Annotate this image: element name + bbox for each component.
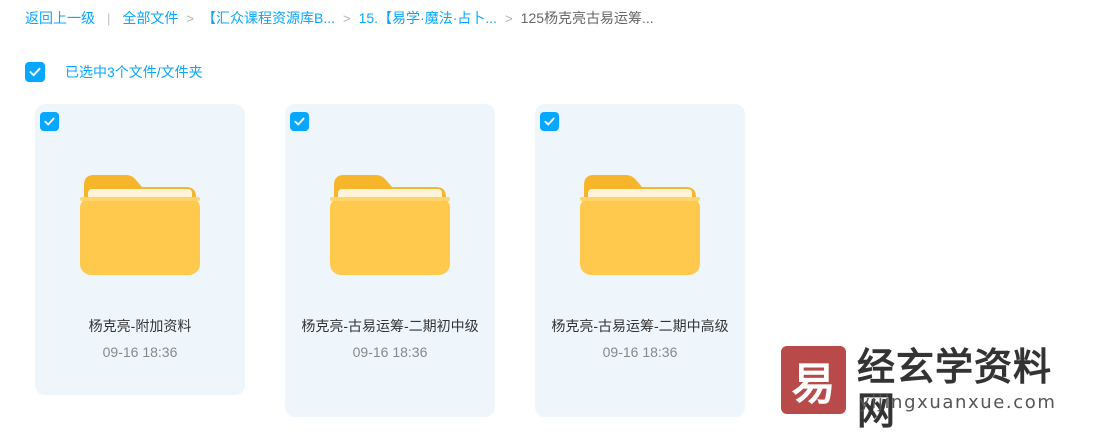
watermark: 易 经玄学资料网 yijingxuanxue.com <box>781 344 1081 433</box>
breadcrumb-item-yixue-folder[interactable]: 15.【易学·魔法·占卜... <box>359 8 497 28</box>
file-date: 09-16 18:36 <box>102 344 178 360</box>
folder-icon <box>580 175 700 275</box>
file-checkbox[interactable] <box>40 112 59 131</box>
breadcrumb: 返回上一级 | 全部文件 > 【汇众课程资源库B... > 15.【易学·魔法·… <box>25 9 654 27</box>
file-checkbox[interactable] <box>540 112 559 131</box>
check-icon <box>29 67 41 77</box>
watermark-logo-char: 易 <box>791 359 836 410</box>
breadcrumb-item-all-files[interactable]: 全部文件 <box>122 8 178 28</box>
file-name-block: 杨克亮-古易运筹-二期初中级 09-16 18:36 <box>295 315 485 363</box>
file-card[interactable]: 杨克亮-古易运筹-二期中高级 09-16 18:36 <box>535 104 745 417</box>
back-link[interactable]: 返回上一级 <box>25 8 95 28</box>
file-name[interactable]: 杨克亮-古易运筹-二期初中级 <box>295 315 485 337</box>
file-checkbox[interactable] <box>290 112 309 131</box>
check-icon <box>544 117 555 126</box>
breadcrumb-item-current: 125杨克亮古易运筹... <box>520 10 654 26</box>
file-card[interactable]: 杨克亮-古易运筹-二期初中级 09-16 18:36 <box>285 104 495 417</box>
file-card[interactable]: 杨克亮-附加资料 09-16 18:36 <box>35 104 245 395</box>
chevron-right-icon: > <box>505 10 513 26</box>
select-all-checkbox[interactable] <box>25 62 45 82</box>
file-date: 09-16 18:36 <box>352 344 428 360</box>
check-icon <box>294 117 305 126</box>
watermark-logo: 易 <box>781 346 846 414</box>
file-name-block: 杨克亮-古易运筹-二期中高级 09-16 18:36 <box>545 315 735 363</box>
check-icon <box>44 117 55 126</box>
folder-icon <box>80 175 200 275</box>
folder-icon <box>330 175 450 275</box>
file-name-block: 杨克亮-附加资料 09-16 18:36 <box>45 315 235 363</box>
file-name[interactable]: 杨克亮-附加资料 <box>45 315 235 337</box>
selection-bar: 已选中3个文件/文件夹 <box>25 62 203 82</box>
watermark-url: yijingxuanxue.com <box>859 392 1057 413</box>
breadcrumb-item-resource-library[interactable]: 【汇众课程资源库B... <box>202 8 335 28</box>
watermark-title: 经玄学资料网 <box>857 347 1053 433</box>
file-name[interactable]: 杨克亮-古易运筹-二期中高级 <box>545 315 735 337</box>
breadcrumb-divider: | <box>107 10 111 26</box>
chevron-right-icon: > <box>343 10 351 26</box>
selection-count-label: 已选中3个文件/文件夹 <box>65 64 203 80</box>
chevron-right-icon: > <box>186 10 194 26</box>
file-date: 09-16 18:36 <box>602 344 678 360</box>
